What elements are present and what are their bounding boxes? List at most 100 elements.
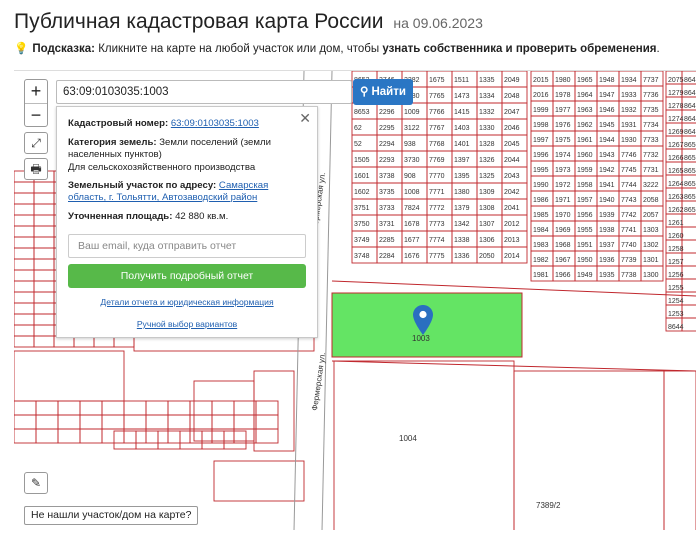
parcel-number-label: 1257 [668, 259, 684, 266]
print-button[interactable]: 🖶 [24, 158, 48, 180]
parcel-number-label: 1931 [621, 122, 637, 129]
parcel-number-label: 1309 [479, 189, 495, 196]
search-button[interactable]: ⚲ Найти [353, 79, 413, 105]
cadastral-label: Кадастровый номер: [68, 118, 169, 129]
parcel-number-label: 2296 [379, 109, 395, 116]
parcel-number-label: 1975 [555, 137, 571, 144]
address-row: Земельный участок по адресу: Самарская о… [68, 180, 306, 204]
parcel-number-label: 1308 [479, 205, 495, 212]
parcel-number-label: 7737 [643, 77, 659, 84]
parcel-number-label: 1937 [599, 242, 615, 249]
zoom-in-button[interactable]: + [25, 80, 47, 103]
parcel-number-label: 52 [354, 141, 362, 148]
parcel-number-label: 3750 [354, 221, 370, 228]
parcel-number-label: 1254 [668, 298, 684, 305]
parcel-number-label: 1955 [577, 227, 593, 234]
parcel-number-label: 1943 [599, 152, 615, 159]
parcel-number-label: 8654 [684, 168, 696, 175]
parcel-number-label: 7770 [429, 173, 445, 180]
parcel-number-label: 7767 [429, 125, 445, 132]
parcel-number-label: 1967 [555, 257, 571, 264]
parcel-number-label: 1958 [577, 182, 593, 189]
not-found-button[interactable]: Не нашли участок/дом на карте? [24, 506, 199, 525]
address-label: Земельный участок по адресу: [68, 180, 217, 191]
zoom-out-button[interactable]: − [25, 103, 47, 126]
report-details-link[interactable]: Детали отчета и юридическая информация [68, 297, 306, 307]
parcel-number-label: 1260 [668, 233, 684, 240]
parcel-number-label: 1998 [533, 122, 549, 129]
parcel-number-label: 1676 [404, 253, 420, 260]
parcel-number-label: 2045 [504, 141, 520, 148]
parcel-number-label: 1401 [454, 141, 470, 148]
parcel-number-label: 8644 [668, 324, 684, 331]
search-input[interactable]: 63:09:0103035:1003 [56, 80, 352, 104]
parcel-number-label: 1966 [555, 272, 571, 279]
parcel-number-label: 1980 [555, 77, 571, 84]
parcel-number-label: 8651 [684, 155, 696, 162]
parcel-number-label: 2015 [533, 77, 549, 84]
fullscreen-button[interactable]: ⤢ [24, 132, 48, 154]
parcel-info-card: ✕ Кадастровый номер: 63:09:0103035:1003 … [56, 106, 318, 338]
get-report-button[interactable]: Получить подробный отчет [68, 264, 306, 288]
parcel-number-label: 1947 [599, 92, 615, 99]
parcel-number-label: 1675 [429, 77, 445, 84]
parcel-number-label: 1505 [354, 157, 370, 164]
parcel-number-label: 1957 [577, 197, 593, 204]
parcel-number-label: 1336 [454, 253, 470, 260]
hint-label: Подсказка: [32, 43, 95, 55]
parcel-number-label: 1677 [404, 237, 420, 244]
parcel-number-label: 1999 [533, 107, 549, 114]
search-button-label: Найти [371, 86, 406, 98]
parcel-number-label: 1942 [599, 167, 615, 174]
parcel-number-label: 3751 [354, 205, 370, 212]
parcel-number-label: 1970 [555, 212, 571, 219]
cadastral-number-link[interactable]: 63:09:0103035:1003 [171, 118, 259, 129]
email-field[interactable]: Ваш email, куда отправить отчет [68, 234, 306, 258]
parcel-number-label: 1334 [479, 93, 495, 100]
parcel-number-label: 1332 [479, 109, 495, 116]
parcel-number-label: 1935 [599, 272, 615, 279]
parcel-number-label: 1983 [533, 242, 549, 249]
parcel-number-label: 1984 [533, 227, 549, 234]
manual-selection-link[interactable]: Ручной выбор вариантов [68, 319, 306, 329]
parcel-number-label: 2043 [504, 173, 520, 180]
parcel-number-label: 7765 [429, 93, 445, 100]
parcel-number-label: 1972 [555, 182, 571, 189]
parcel-number-label: 2044 [504, 157, 520, 164]
location-pin-icon[interactable] [413, 305, 433, 335]
parcel-number-label: 7740 [621, 242, 637, 249]
parcel-number-label: 1978 [555, 92, 571, 99]
parcel-number-label: 2014 [504, 253, 520, 260]
parcel-number-label: 1602 [354, 189, 370, 196]
hint-end: . [656, 43, 660, 55]
parcel-number-label: 8653 [354, 109, 370, 116]
parcel-number-label: 3122 [404, 125, 420, 132]
parcel-number-label: 1253 [668, 311, 684, 318]
parcel-number-label: 1936 [599, 257, 615, 264]
measure-button[interactable]: ✎ [24, 472, 48, 494]
parcel-number-label: 1274 [668, 116, 684, 123]
parcel-number-label: 1395 [454, 173, 470, 180]
page-date: на 09.06.2023 [393, 15, 483, 31]
parcel-number-label: 1969 [555, 227, 571, 234]
parcel-number-label: 1301 [643, 257, 659, 264]
ruler-icon: ✎ [30, 476, 42, 490]
parcel-number-label: 1338 [454, 237, 470, 244]
parcel-number-label: 1380 [454, 189, 470, 196]
parcel-number-label: 2013 [504, 237, 520, 244]
parcel-number-label: 2285 [379, 237, 395, 244]
parcel-number-label: 1300 [643, 272, 659, 279]
parcel-number-label: 1342 [454, 221, 470, 228]
lightbulb-icon: 💡 [14, 43, 29, 55]
parcel-number-label: 8649 [684, 129, 696, 136]
parcel-number-label: 3748 [354, 253, 370, 260]
parcel-number-label: 1974 [555, 152, 571, 159]
parcel-number-label: 1262 [668, 207, 684, 214]
parcel-number-label: 1965 [577, 77, 593, 84]
parcel-number-label: 7738 [621, 272, 637, 279]
parcel-number-label: 1325 [479, 173, 495, 180]
parcel-number-label: 908 [404, 173, 416, 180]
parcel-main-label: 1003 [412, 334, 430, 343]
parcel-number-label: 3730 [404, 157, 420, 164]
category-row: Категория земель: Земли поселений (земли… [68, 137, 306, 161]
